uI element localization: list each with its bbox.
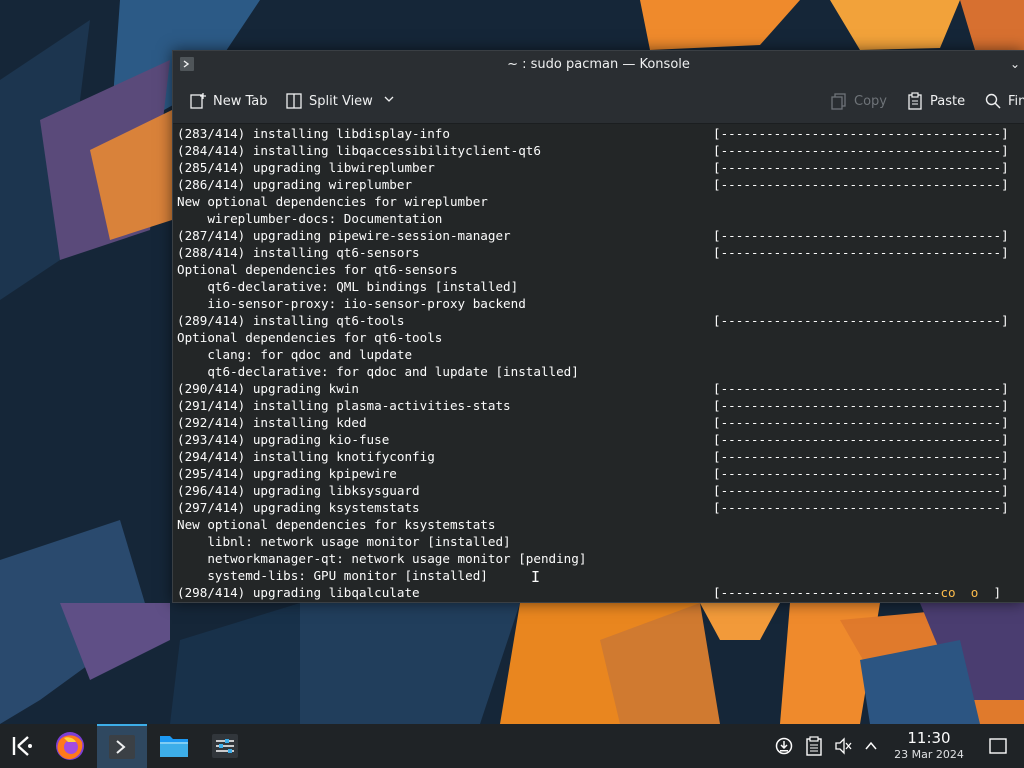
text-cursor-icon: 𝙸: [531, 568, 541, 586]
chevron-down-icon[interactable]: ⌄: [1010, 57, 1020, 71]
clock-date: 23 Mar 2024: [894, 748, 964, 761]
progress-bar-dashes: [-----------------------------: [713, 585, 941, 600]
konsole-window[interactable]: ~ : sudo pacman — Konsole ⌄ New Tab Spli…: [172, 50, 1024, 603]
terminal-line: (288/414) installing qt6-sensors: [177, 245, 420, 260]
terminal-line: networkmanager-qt: network usage monitor…: [177, 551, 587, 566]
terminal-line: libnl: network usage monitor [installed]: [177, 534, 511, 549]
terminal-line: qt6-declarative: for qdoc and lupdate [i…: [177, 364, 579, 379]
progress-bar-text: [-------------------------------------]: [713, 143, 1009, 158]
split-view-icon: [286, 93, 302, 109]
application-launcher-button[interactable]: [0, 724, 42, 768]
copy-icon: [831, 93, 846, 110]
terminal-line: Optional dependencies for qt6-tools: [177, 330, 443, 345]
window-titlebar[interactable]: ~ : sudo pacman — Konsole ⌄: [173, 51, 1024, 79]
terminal-output[interactable]: (283/414) installing libdisplay-info [--…: [173, 124, 1024, 602]
clipboard-tray[interactable]: [800, 724, 828, 768]
progress-bar-text: [-------------------------------------]: [713, 177, 1009, 192]
terminal-line: (297/414) upgrading ksystemstats: [177, 500, 420, 515]
progress-bar-text: [-------------------------------------]: [713, 381, 1009, 396]
taskbar-firefox[interactable]: [46, 724, 94, 768]
taskbar-system-settings[interactable]: [201, 724, 249, 768]
terminal-line: (298/414) upgrading libqalculate: [177, 585, 420, 600]
terminal-line: (296/414) upgrading libksysguard: [177, 483, 420, 498]
terminal-line: (285/414) upgrading libwireplumber: [177, 160, 435, 175]
folder-icon: [160, 736, 188, 757]
progress-bar-text: [-------------------------------------]: [713, 160, 1009, 175]
show-desktop-icon: [989, 738, 1007, 754]
terminal-line: Optional dependencies for qt6-sensors: [177, 262, 458, 277]
update-icon: [775, 737, 793, 755]
terminal-line: (287/414) upgrading pipewire-session-man…: [177, 228, 511, 243]
update-notifier-tray[interactable]: [770, 724, 798, 768]
volume-muted-tray[interactable]: [829, 724, 857, 768]
terminal-line: qt6-declarative: QML bindings [installed…: [177, 279, 519, 294]
progress-bar-text: [-------------------------------------]: [713, 126, 1009, 141]
taskbar: 11:30 23 Mar 2024: [0, 724, 1024, 768]
progress-bar-text: [-------------------------------------]: [713, 500, 1009, 515]
terminal-line: (283/414) installing libdisplay-info: [177, 126, 450, 141]
terminal-line: (291/414) installing plasma-activities-s…: [177, 398, 511, 413]
system-tray-expander[interactable]: [858, 724, 884, 768]
digital-clock[interactable]: 11:30 23 Mar 2024: [890, 730, 968, 762]
terminal-line: (286/414) upgrading wireplumber: [177, 177, 413, 192]
show-desktop-button[interactable]: [984, 724, 1012, 768]
progress-bar-end: ]: [993, 585, 1002, 600]
taskbar-konsole[interactable]: [97, 724, 147, 768]
find-button[interactable]: Fin: [984, 91, 1024, 111]
copy-button[interactable]: Copy: [830, 91, 887, 111]
progress-bar-text: [-------------------------------------]: [713, 415, 1009, 430]
split-view-label: Split View: [309, 93, 373, 109]
split-view-button[interactable]: Split View: [285, 91, 395, 111]
terminal-line: (290/414) upgrading kwin: [177, 381, 359, 396]
kde-launcher-icon: [12, 736, 32, 756]
volume-muted-icon: [835, 737, 852, 755]
progress-bar-text: [-------------------------------------]: [713, 398, 1009, 413]
firefox-icon: [56, 732, 84, 760]
terminal-line: (293/414) upgrading kio-fuse: [177, 432, 390, 447]
settings-sliders-icon: [212, 734, 238, 758]
new-tab-label: New Tab: [213, 93, 268, 109]
paste-button[interactable]: Paste: [906, 91, 965, 111]
terminal-line: (294/414) installing knotifyconfig: [177, 449, 435, 464]
pacman-progress-indicator: co o: [940, 585, 994, 600]
konsole-toolbar: New Tab Split View Copy Paste Fin: [173, 79, 1024, 124]
clock-time: 11:30: [907, 729, 951, 747]
terminal-line: (295/414) upgrading kpipewire: [177, 466, 397, 481]
terminal-line: New optional dependencies for wireplumbe…: [177, 194, 488, 209]
pacman-progress-bar: [-----------------------------co o ]: [713, 584, 1001, 601]
search-icon: [985, 93, 1001, 109]
chevron-down-icon[interactable]: [383, 93, 395, 109]
terminal-line: (289/414) installing qt6-tools: [177, 313, 405, 328]
progress-bar-text: [-------------------------------------]: [713, 466, 1009, 481]
terminal-line: iio-sensor-proxy: iio-sensor-proxy backe…: [177, 296, 526, 311]
new-tab-button[interactable]: New Tab: [189, 91, 268, 111]
progress-bar-text: [-------------------------------------]: [713, 245, 1009, 260]
terminal-line: (292/414) installing kded: [177, 415, 367, 430]
paste-label: Paste: [930, 93, 966, 109]
terminal-line: New optional dependencies for ksystemsta…: [177, 517, 496, 532]
progress-bar-text: [-------------------------------------]: [713, 228, 1009, 243]
chevron-up-icon: [865, 741, 877, 750]
terminal-line: wireplumber-docs: Documentation: [177, 211, 443, 226]
terminal-line: systemd-libs: GPU monitor [installed]: [177, 568, 488, 583]
find-label: Fin: [1008, 93, 1024, 109]
terminal-line: clang: for qdoc and lupdate: [177, 347, 413, 362]
progress-bar-text: [-------------------------------------]: [713, 483, 1009, 498]
new-tab-icon: [190, 93, 206, 109]
terminal-line: (284/414) installing libqaccessibilitycl…: [177, 143, 541, 158]
progress-bar-text: [-------------------------------------]: [713, 432, 1009, 447]
copy-label: Copy: [854, 93, 887, 109]
progress-bar-text: [-------------------------------------]: [713, 313, 1009, 328]
window-title: ~ : sudo pacman — Konsole: [507, 57, 690, 72]
paste-icon: [908, 92, 922, 110]
progress-bar-text: [-------------------------------------]: [713, 449, 1009, 464]
konsole-icon: [109, 735, 135, 759]
clipboard-icon: [806, 736, 822, 756]
taskbar-dolphin[interactable]: [150, 724, 198, 768]
